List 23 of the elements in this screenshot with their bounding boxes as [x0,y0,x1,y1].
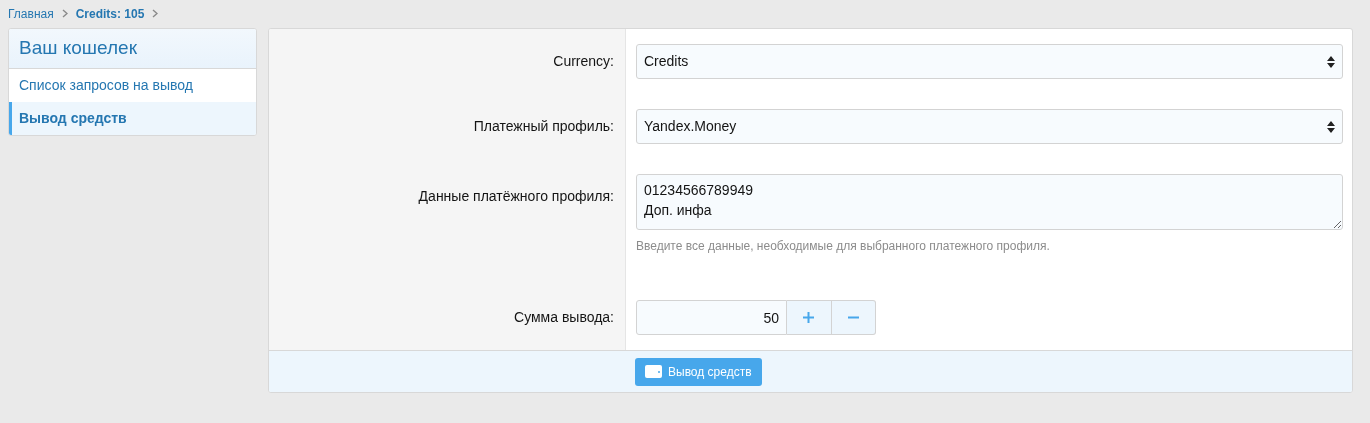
wallet-icon [645,365,662,378]
field-hint: Введите все данные, необходимые для выбранного платежного профиля. [636,238,1051,255]
field-label: Платежный профиль: [473,117,614,136]
plus-icon [803,312,815,323]
breadcrumb-link[interactable]: Главная [8,4,54,23]
sidebar-item[interactable]: Список запросов на вывод [9,69,256,102]
dropdown-icon [1327,55,1335,68]
sidebar-title: Ваш кошелек [9,29,256,69]
select-field[interactable]: Credits [636,44,1343,79]
sidebar-item[interactable]: Вывод средств [9,102,256,135]
textarea-field[interactable]: 01234566789949 Доп. инфа [636,174,1343,230]
field-label: Данные платёжного профиля: [418,187,614,206]
field-label: Сумма вывода: [514,308,614,327]
field-label: Currency: [553,52,614,71]
select-field[interactable]: Yandex.Money [636,109,1343,144]
increment-button[interactable] [787,300,832,335]
breadcrumb-link[interactable]: Credits: 105 [75,4,145,23]
chevron-icon [61,9,68,18]
dropdown-icon [1327,120,1335,133]
decrement-button[interactable] [831,300,876,335]
chevron-icon [152,9,159,18]
submit-button[interactable]: Вывод средств [635,357,762,386]
amount-field[interactable]: 50 [636,300,787,335]
